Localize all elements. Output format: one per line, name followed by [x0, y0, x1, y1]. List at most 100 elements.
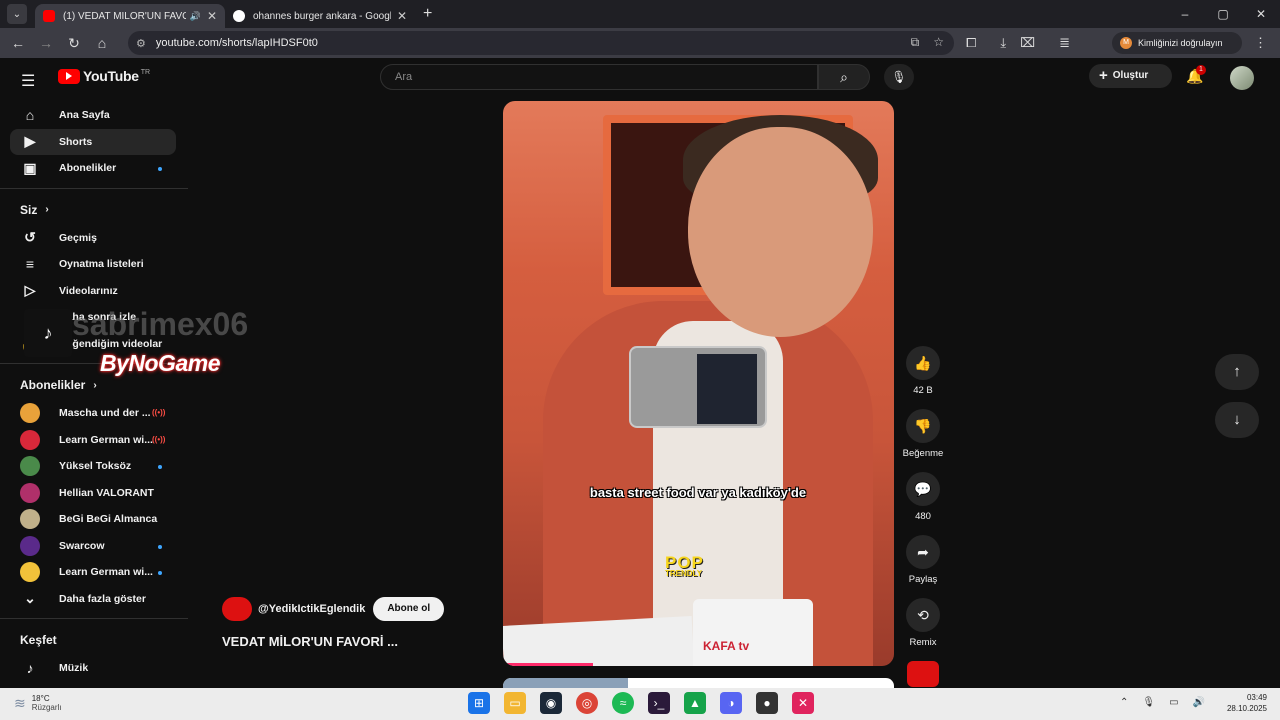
- sidebar-item-history[interactable]: ↺ Geçmiş: [0, 225, 188, 252]
- cast-icon[interactable]: ⧉: [911, 35, 920, 50]
- remix-button[interactable]: ⟲ Remix: [900, 598, 946, 648]
- forward-button[interactable]: →: [32, 35, 60, 51]
- tab-google[interactable]: ohannes burger ankara - Google ✕: [225, 4, 415, 28]
- live-icon: ((•)): [152, 408, 166, 417]
- browser-menu-icon[interactable]: ⋮: [1254, 35, 1267, 51]
- comments-button[interactable]: 💬 480: [900, 472, 946, 522]
- close-tab-icon[interactable]: ✕: [207, 9, 217, 23]
- dislike-button[interactable]: 👎 Beğenme: [900, 409, 946, 459]
- discord-icon[interactable]: ◑: [720, 692, 742, 714]
- you-section-header[interactable]: Siz ›: [0, 195, 188, 225]
- sidebar-subscription[interactable]: Learn German wi...: [0, 559, 188, 586]
- tab-youtube[interactable]: (1) VEDAT MİLOR'UN FAVORİ 🔊 ✕: [35, 4, 225, 28]
- sidebar-item-playlists[interactable]: ≡ Oynatma listeleri: [0, 251, 188, 278]
- next-short-button[interactable]: ↓: [1215, 402, 1259, 438]
- windows-start-icon[interactable]: ⊞: [468, 692, 490, 714]
- sidebar-item-label: Shorts: [59, 135, 93, 148]
- channel-name[interactable]: @YedikIctikEglendik: [258, 603, 365, 615]
- close-tab-icon[interactable]: ✕: [397, 9, 407, 23]
- sidebar-item-shorts[interactable]: ▶ Shorts: [10, 128, 176, 155]
- search-input[interactable]: Ara: [380, 64, 818, 90]
- reload-button[interactable]: ↻: [60, 35, 88, 52]
- steam-icon[interactable]: ◉: [540, 692, 562, 714]
- verify-identity-button[interactable]: M Kimliğinizi doğrulayın: [1112, 32, 1242, 54]
- sidebar-item-subscriptions[interactable]: ▣ Abonelikler: [0, 155, 188, 182]
- video-progress-bar[interactable]: [503, 663, 593, 666]
- country-code: TR: [140, 68, 151, 76]
- microphone-tray-icon[interactable]: 🎙: [1142, 697, 1155, 708]
- volume-icon[interactable]: 🔊: [1193, 697, 1205, 708]
- subscribe-button[interactable]: Abone ol: [373, 597, 445, 621]
- video-mug: [693, 599, 813, 666]
- chevron-up-icon[interactable]: ⌃: [1120, 697, 1128, 708]
- tiktok-icon: ♪: [24, 309, 72, 357]
- youtube-logo[interactable]: YouTube TR: [58, 68, 150, 84]
- sidebar-item-home[interactable]: ⌂ Ana Sayfa: [0, 102, 188, 129]
- share-button[interactable]: ➦ Paylaş: [900, 535, 946, 585]
- account-avatar[interactable]: [1230, 66, 1254, 90]
- sidebar-subscription[interactable]: Hellian VALORANT: [0, 480, 188, 507]
- chrome-icon[interactable]: ◎: [576, 692, 598, 714]
- minimize-button[interactable]: –: [1166, 0, 1204, 28]
- youtube-page: ☰ YouTube TR Ara ⌕ 🎙 + Oluştur 🔔 1 ⌂ Ana S…: [0, 58, 1280, 690]
- chevron-right-icon: ›: [45, 204, 49, 215]
- create-button[interactable]: + Oluştur: [1089, 64, 1172, 88]
- nvidia-app-icon[interactable]: ▲: [684, 692, 706, 714]
- youtube-icon: [43, 10, 55, 22]
- video-person-face: [688, 127, 873, 337]
- notifications-button[interactable]: 🔔 1: [1186, 65, 1206, 85]
- reading-list-icon[interactable]: ≣: [1059, 35, 1070, 51]
- extensions-icon[interactable]: ⧠: [966, 35, 976, 51]
- translate-icon[interactable]: ⌧: [1020, 35, 1035, 51]
- new-tab-button[interactable]: +: [423, 5, 432, 23]
- sidebar-item-your-videos[interactable]: ▷ Videolarınız: [0, 278, 188, 305]
- download-icon[interactable]: ⤓: [1000, 35, 1006, 51]
- back-button[interactable]: ←: [4, 35, 32, 51]
- channel-avatar[interactable]: [222, 597, 252, 621]
- menu-icon[interactable]: ☰: [21, 71, 35, 91]
- search-button[interactable]: ⌕: [818, 64, 870, 90]
- sidebar-subscription[interactable]: Mascha und der ... ((•)): [0, 400, 188, 427]
- sidebar-item-label: Abonelikler: [59, 162, 117, 175]
- sidebar-subscription[interactable]: Swarcow: [0, 533, 188, 560]
- previous-short-button[interactable]: ↑: [1215, 354, 1259, 390]
- sidebar-item-music[interactable]: ♪ Müzik: [0, 655, 188, 682]
- short-video-player[interactable]: KAFA tv basta street food var ya kadıköy…: [503, 101, 894, 666]
- close-window-button[interactable]: ✕: [1242, 0, 1280, 28]
- like-button[interactable]: 👍 42 B: [900, 346, 946, 396]
- sidebar-item-label: Geçmiş: [59, 231, 97, 244]
- terminal-icon[interactable]: ›_: [648, 692, 670, 714]
- sidebar-subscription[interactable]: BeGi BeGi Almanca: [0, 506, 188, 533]
- spotify-icon[interactable]: ≈: [612, 692, 634, 714]
- audio-playing-icon[interactable]: 🔊: [190, 11, 201, 22]
- clock[interactable]: 03:49 28.10.2025: [1213, 692, 1267, 714]
- obs-icon[interactable]: ●: [756, 692, 778, 714]
- remix-label: Remix: [909, 637, 937, 648]
- address-bar[interactable]: ⚙ youtube.com/shorts/lapIHDSF0t0 ⧉ ☆: [128, 31, 954, 55]
- channel-avatar: [20, 456, 40, 477]
- site-info-icon[interactable]: ⚙: [136, 37, 146, 50]
- capcut-icon[interactable]: ✕: [792, 692, 814, 714]
- sidebar-item-label: Learn German wi...: [59, 566, 153, 579]
- bookmark-star-icon[interactable]: ☆: [933, 35, 944, 50]
- home-button[interactable]: ⌂: [88, 35, 116, 51]
- maximize-button[interactable]: ▢: [1204, 0, 1242, 28]
- sidebar-show-more[interactable]: ⌄ Daha fazla göster: [0, 586, 188, 613]
- weather-widget[interactable]: ≋ 18°C Rüzgarlı: [14, 694, 62, 712]
- video-paper: [503, 616, 695, 666]
- share-label: Paylaş: [908, 574, 938, 585]
- voice-search-button[interactable]: 🎙: [884, 64, 914, 90]
- pop-trendly-logo: POP TRENDLY: [665, 553, 704, 578]
- sidebar-subscription[interactable]: Yüksel Toksöz: [0, 453, 188, 480]
- short-title[interactable]: VEDAT MİLOR'UN FAVORİ ...: [222, 634, 398, 649]
- sidebar-subscription[interactable]: Learn German wi... ((•)): [0, 427, 188, 454]
- dislike-label: Beğenme: [902, 448, 944, 459]
- sound-channel-avatar[interactable]: [907, 661, 939, 687]
- verify-label: Kimliğinizi doğrulayın: [1138, 38, 1223, 48]
- tab-title: (1) VEDAT MİLOR'UN FAVORİ: [63, 10, 186, 22]
- system-tray: ⌃ 🎙 ▭ 🔊: [1120, 697, 1205, 708]
- tab-search-button[interactable]: ⌄: [7, 4, 27, 24]
- file-explorer-icon[interactable]: ▭: [504, 692, 526, 714]
- comment-icon: 💬: [906, 472, 940, 506]
- network-icon[interactable]: ▭: [1169, 697, 1178, 708]
